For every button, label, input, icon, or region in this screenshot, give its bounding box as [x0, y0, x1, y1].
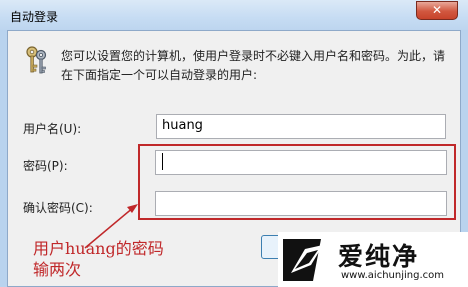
watermark-url: www.aichunjing.com [341, 270, 444, 281]
watermark: 爱纯净 www.aichunjing.com [278, 232, 468, 287]
watermark-logo [283, 239, 323, 281]
annotation-text: 用户huang的密码 输两次 [33, 239, 164, 279]
watermark-brand: 爱纯净 [338, 242, 420, 271]
auto-login-dialog: 自动登录 ✕ 您可以设置您的计算机，使用户登录时不必键入用户名和密码。为此，请在… [0, 0, 468, 287]
